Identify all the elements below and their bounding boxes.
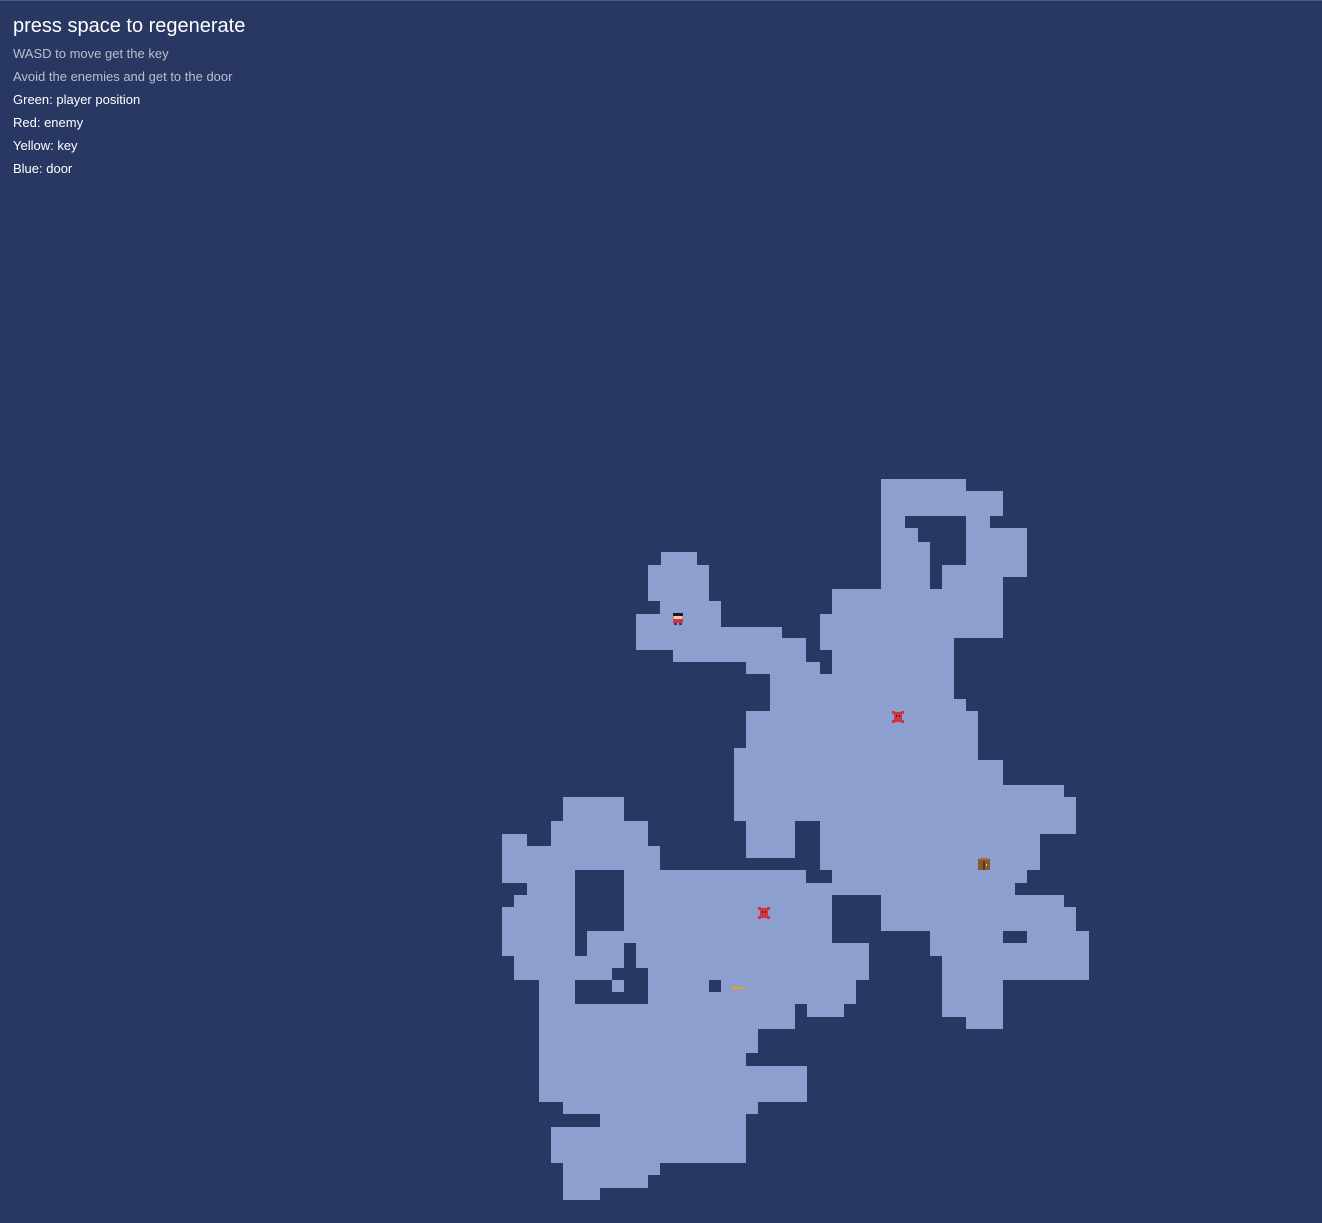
hud-panel: press space to regenerate WASD to move g… xyxy=(13,13,245,180)
dungeon-map xyxy=(502,479,1089,1200)
goal-instruction: Avoid the enemies and get to the door xyxy=(13,69,233,84)
legend-key: Yellow: key xyxy=(13,138,78,153)
dungeon-floor xyxy=(502,479,1089,1200)
door-sprite xyxy=(978,858,990,870)
legend-player: Green: player position xyxy=(13,92,141,107)
game-viewport[interactable]: press space to regenerate WASD to move g… xyxy=(0,0,1322,1222)
legend-door: Blue: door xyxy=(13,161,73,176)
move-instruction: WASD to move get the key xyxy=(13,46,169,61)
regenerate-hint: press space to regenerate xyxy=(13,15,246,37)
legend-enemy: Red: enemy xyxy=(13,115,84,130)
